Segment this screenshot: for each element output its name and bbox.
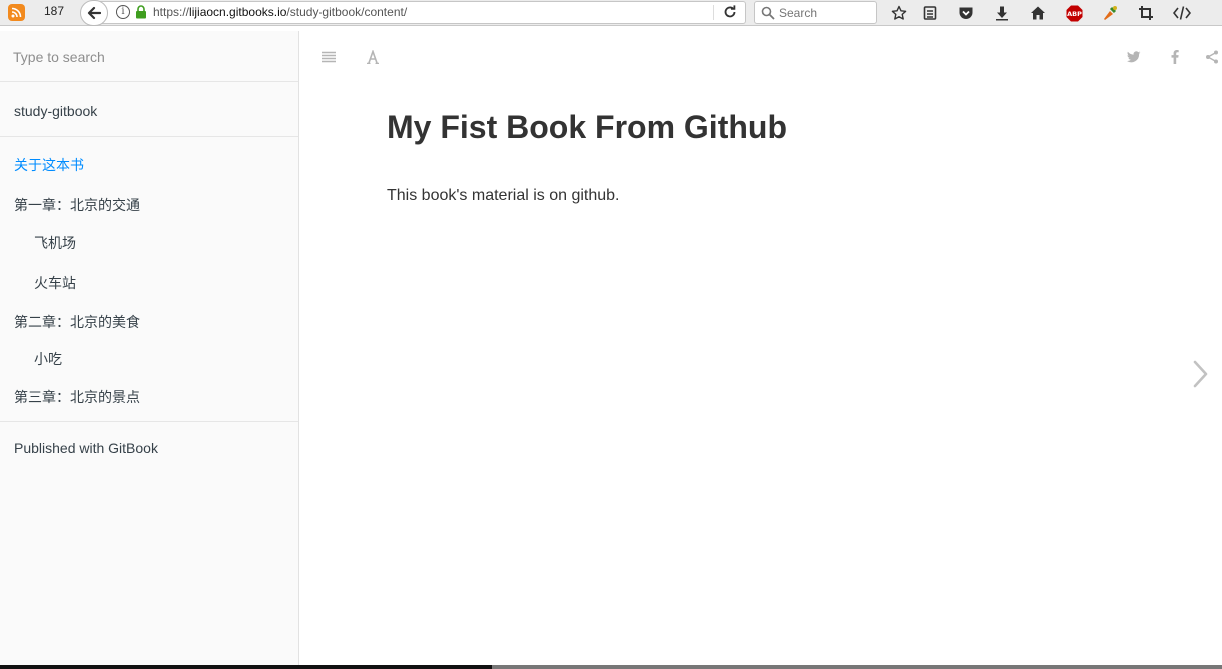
toggle-sidebar-icon[interactable]	[321, 49, 337, 65]
url-text[interactable]: https://lijiaocn.gitbooks.io/study-gitbo…	[153, 5, 407, 19]
bottom-edge-segment	[492, 665, 1222, 669]
browser-search-box[interactable]	[754, 1, 877, 24]
reload-icon[interactable]	[722, 4, 738, 20]
back-arrow-icon	[87, 6, 101, 20]
sidebar-item-chapter-1[interactable]: 第一章：北京的交通	[14, 195, 140, 215]
sidebar-item-chapter-3[interactable]: 第三章：北京的景点	[14, 387, 140, 407]
url-path: /study-gitbook/content/	[286, 5, 408, 19]
browser-search-input[interactable]	[779, 4, 869, 21]
download-icon[interactable]	[993, 4, 1011, 22]
search-icon	[761, 6, 775, 20]
sidebar-item-railway-station[interactable]: 火车站	[34, 273, 76, 293]
sidebar-search-input[interactable]	[13, 47, 283, 67]
sidebar-item-chapter-2[interactable]: 第二章：北京的美食	[14, 312, 140, 332]
page-title: My Fist Book From Github	[387, 109, 787, 145]
rss-icon[interactable]	[8, 4, 25, 21]
adblock-icon[interactable]: ABP	[1065, 4, 1083, 22]
info-icon[interactable]: i	[116, 5, 130, 19]
sidebar-item-airport[interactable]: 飞机场	[34, 233, 76, 253]
twitter-icon[interactable]	[1126, 49, 1142, 65]
rss-count: 187	[44, 4, 65, 18]
developer-tools-icon[interactable]	[1173, 4, 1191, 22]
facebook-icon[interactable]	[1167, 49, 1183, 65]
page-body-text: This book's material is on github.	[387, 187, 620, 204]
lock-icon[interactable]	[135, 5, 147, 19]
sidebar-book-title[interactable]: study-gitbook	[14, 103, 97, 119]
home-icon[interactable]	[1029, 4, 1047, 22]
published-with-gitbook-link[interactable]: Published with GitBook	[14, 440, 158, 456]
sidebar-item-snacks[interactable]: 小吃	[34, 349, 62, 369]
url-host: lijiaocn.gitbooks.io	[189, 5, 287, 19]
browser-toolbar: 187 i https://lijiaocn.gitbooks.io/study…	[0, 0, 1222, 26]
sidebar-search	[0, 31, 298, 82]
sidebar-divider	[0, 421, 298, 422]
url-scheme: https://	[153, 5, 190, 19]
pocket-icon[interactable]	[957, 4, 975, 22]
color-picker-icon[interactable]	[1101, 4, 1119, 22]
back-button[interactable]	[80, 0, 108, 26]
font-settings-icon[interactable]	[365, 49, 381, 65]
sidebar-item-about[interactable]: 关于这本书	[14, 155, 84, 175]
sidebar-divider	[0, 136, 298, 137]
book-sidebar: study-gitbook 关于这本书 第一章：北京的交通 飞机场 火车站 第二…	[0, 31, 299, 667]
book-content: My Fist Book From Github This book's mat…	[300, 31, 1222, 667]
bookmark-star-icon[interactable]	[890, 4, 908, 22]
url-separator	[713, 5, 714, 20]
svg-text:ABP: ABP	[1067, 10, 1082, 18]
reading-list-icon[interactable]	[921, 4, 939, 22]
crop-icon[interactable]	[1137, 4, 1155, 22]
share-icon[interactable]	[1204, 49, 1220, 65]
next-page-chevron-icon[interactable]	[1190, 359, 1210, 389]
bottom-edge-bar	[0, 665, 1222, 669]
